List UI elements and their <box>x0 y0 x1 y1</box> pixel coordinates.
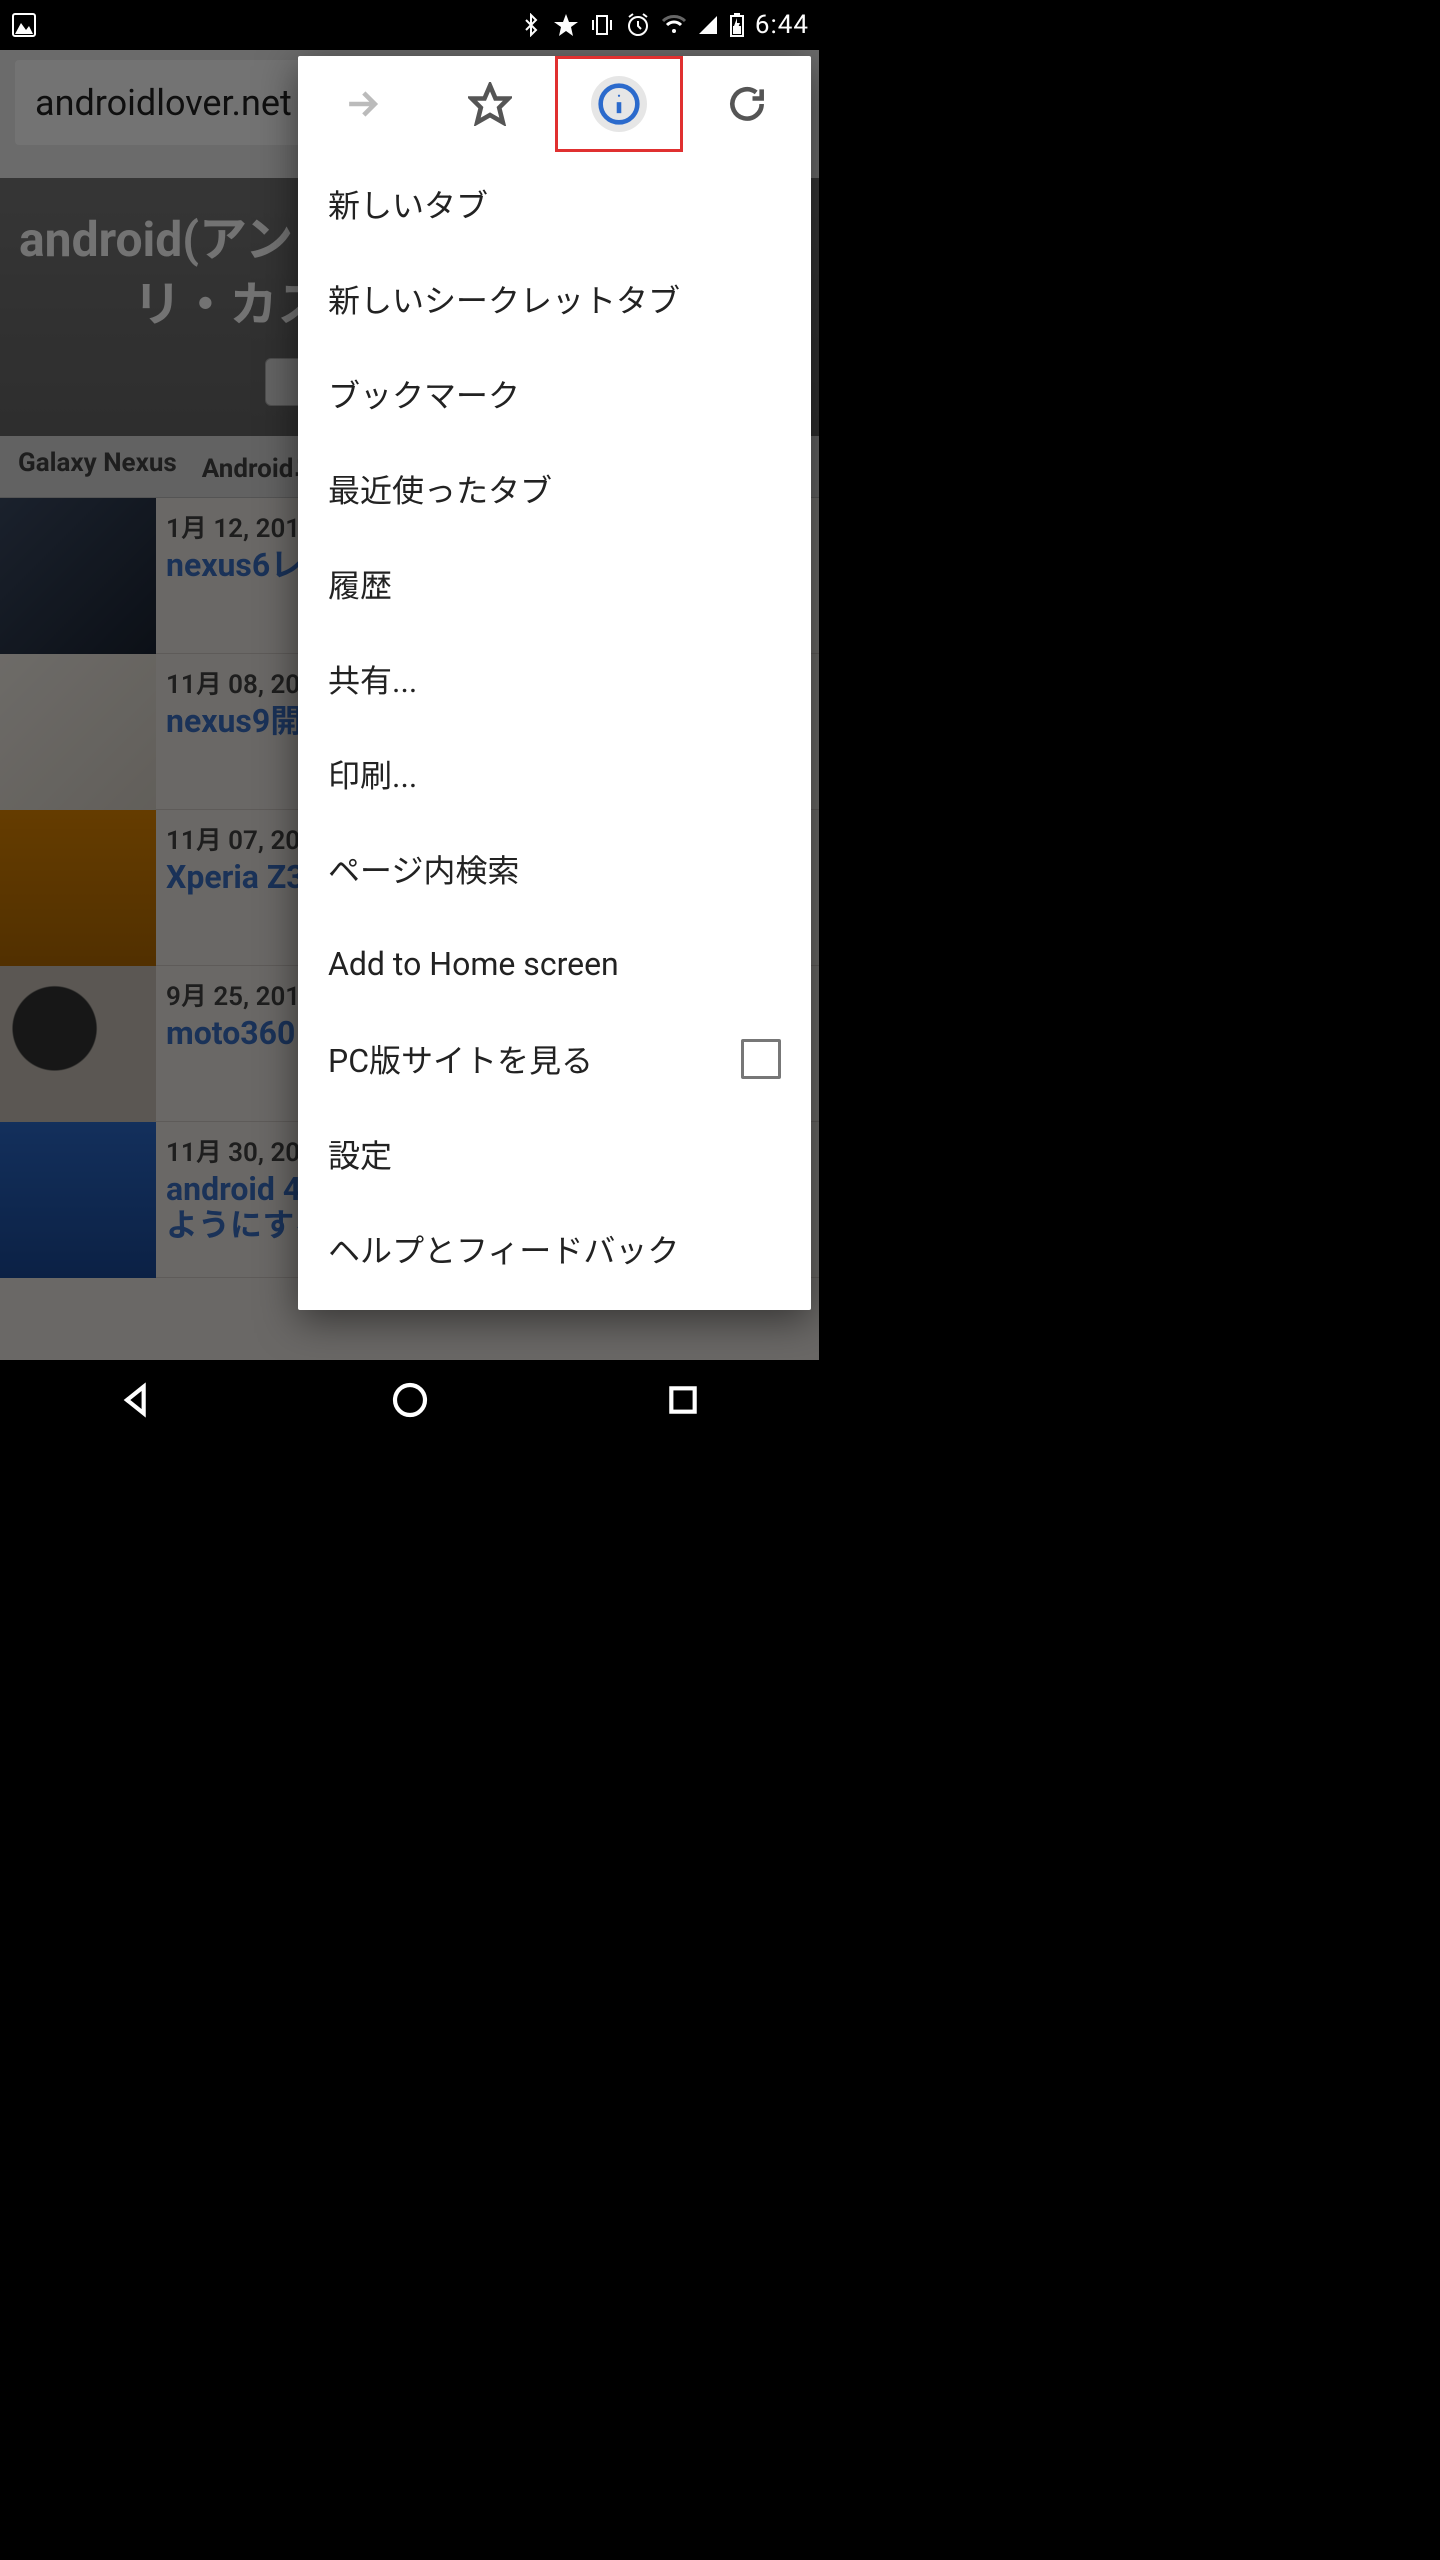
menu-share[interactable]: 共有... <box>298 631 811 726</box>
menu-bookmarks[interactable]: ブックマーク <box>298 346 811 441</box>
bluetooth-icon <box>519 13 543 37</box>
bookmark-star-button[interactable] <box>426 56 554 152</box>
arrow-right-icon <box>340 82 384 126</box>
menu-find-in-page[interactable]: ページ内検索 <box>298 821 811 916</box>
info-icon <box>597 82 641 126</box>
clock-text: 6:44 <box>755 10 809 40</box>
nav-recents-icon[interactable] <box>663 1380 703 1420</box>
alarm-icon <box>625 12 651 38</box>
desktop-site-checkbox[interactable] <box>741 1039 781 1079</box>
menu-settings[interactable]: 設定 <box>298 1106 811 1201</box>
cellular-icon <box>697 14 719 36</box>
star-icon <box>553 12 579 38</box>
page-info-button[interactable] <box>555 56 683 152</box>
menu-history[interactable]: 履歴 <box>298 536 811 631</box>
menu-add-to-home[interactable]: Add to Home screen <box>298 916 811 1011</box>
screenshot-icon <box>10 11 38 39</box>
battery-icon <box>729 12 745 38</box>
chrome-overflow-menu: 新しいタブ 新しいシークレットタブ ブックマーク 最近使ったタブ 履歴 共有..… <box>298 56 811 1310</box>
reload-icon <box>725 82 769 126</box>
nav-home-icon[interactable] <box>390 1380 430 1420</box>
star-outline-icon <box>468 82 512 126</box>
menu-new-tab[interactable]: 新しいタブ <box>298 156 811 251</box>
menu-help-feedback[interactable]: ヘルプとフィードバック <box>298 1201 811 1296</box>
menu-recent-tabs[interactable]: 最近使ったタブ <box>298 441 811 536</box>
menu-desktop-site[interactable]: PC版サイトを見る <box>298 1011 811 1106</box>
menu-new-incognito[interactable]: 新しいシークレットタブ <box>298 251 811 346</box>
wifi-icon <box>661 12 687 38</box>
android-statusbar: 6:44 <box>0 0 819 50</box>
vibrate-icon <box>589 12 615 38</box>
forward-button[interactable] <box>298 56 426 152</box>
reload-button[interactable] <box>683 56 811 152</box>
menu-print[interactable]: 印刷... <box>298 726 811 821</box>
nav-back-icon[interactable] <box>117 1380 157 1420</box>
android-navbar <box>0 1360 819 1440</box>
